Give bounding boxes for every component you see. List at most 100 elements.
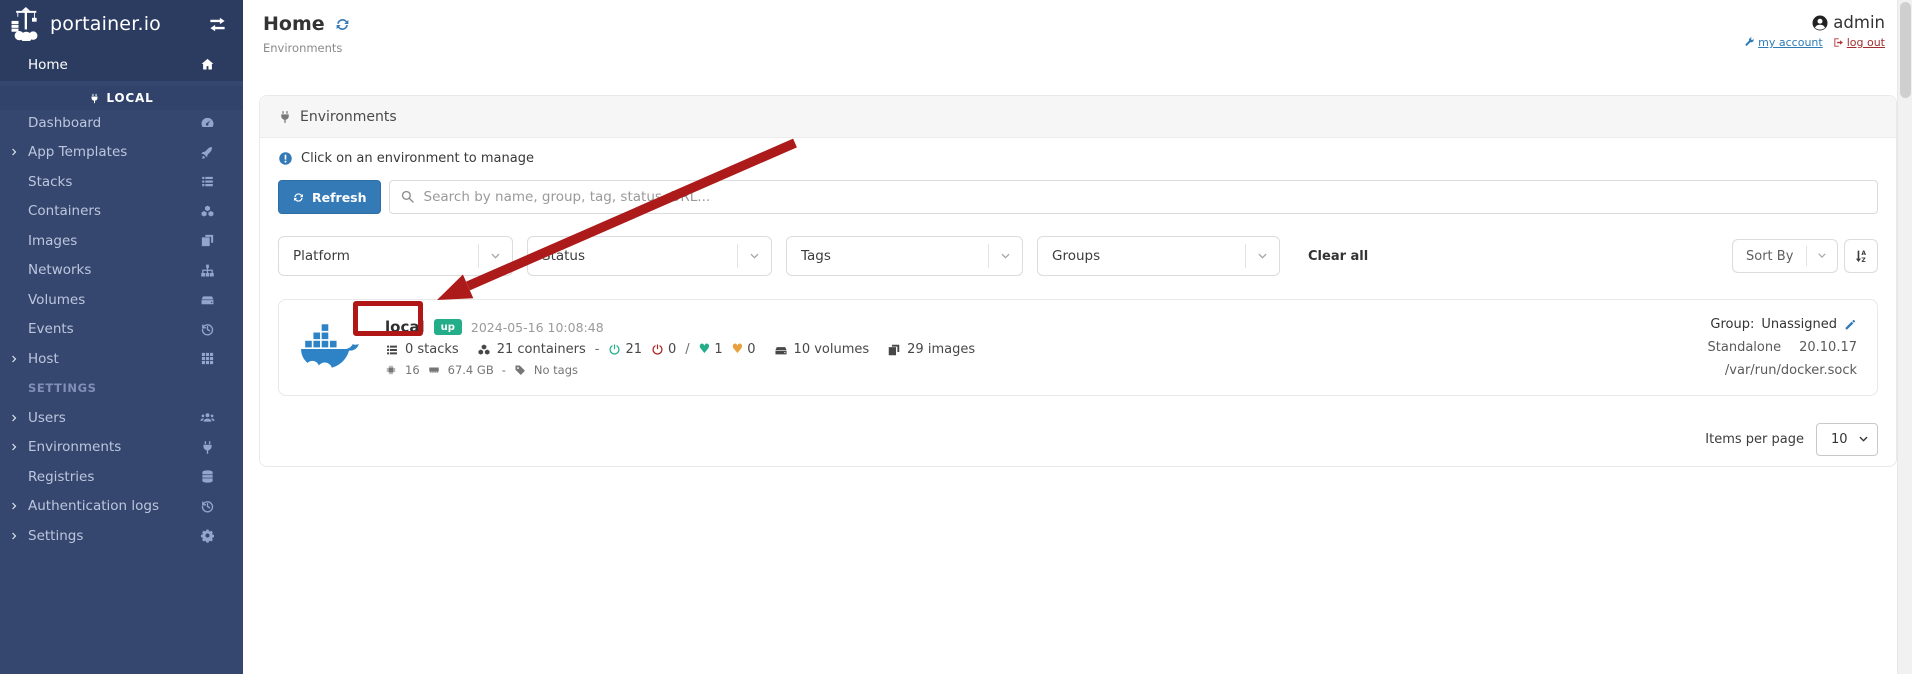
volumes-count: 10 volumes bbox=[774, 342, 870, 357]
sidebar-item-networks[interactable]: Networks bbox=[0, 256, 243, 286]
sidebar-item-label: Registries bbox=[28, 469, 94, 485]
sidebar-item-containers[interactable]: Containers bbox=[0, 197, 243, 227]
hdd-icon bbox=[200, 292, 215, 307]
sitemap-icon bbox=[200, 263, 215, 278]
sidebar-item-label: Settings bbox=[28, 528, 83, 544]
sort-direction-button[interactable] bbox=[1844, 239, 1878, 273]
sidebar-item-label: Environments bbox=[28, 439, 121, 455]
portainer-logo-icon bbox=[10, 7, 44, 41]
log-out-link[interactable]: log out bbox=[1833, 36, 1885, 49]
sidebar: portainer.io Home LOCAL Dashboard App Te… bbox=[0, 0, 243, 674]
containers-label: 21 containers bbox=[497, 342, 586, 357]
stopped-containers: 0 bbox=[651, 342, 676, 357]
refresh-label: Refresh bbox=[312, 190, 367, 205]
chevron-down-icon bbox=[999, 250, 1012, 263]
images-count: 29 images bbox=[887, 342, 975, 357]
unhealthy-containers: ♥ 0 bbox=[732, 342, 756, 357]
environment-name[interactable]: local bbox=[385, 318, 425, 336]
widget-title: Environments bbox=[300, 109, 397, 125]
sidebar-item-stacks[interactable]: Stacks bbox=[0, 167, 243, 197]
my-account-label: my account bbox=[1758, 36, 1823, 49]
sidebar-item-label: Events bbox=[28, 321, 74, 337]
chevron-right-icon bbox=[9, 442, 20, 453]
group-label: Group: bbox=[1710, 317, 1754, 332]
power-on-icon bbox=[608, 343, 621, 356]
healthy-containers: ♥ 1 bbox=[699, 342, 723, 357]
sidebar-item-app-templates[interactable]: App Templates bbox=[0, 138, 243, 168]
items-per-page-select[interactable]: 10 bbox=[1816, 423, 1878, 456]
sidebar-item-dashboard[interactable]: Dashboard bbox=[0, 108, 243, 138]
sort-by-label: Sort By bbox=[1746, 249, 1793, 264]
sidebar-nav: Dashboard App Templates Stacks Container… bbox=[0, 108, 243, 551]
sidebar-endpoint-local[interactable]: LOCAL bbox=[0, 86, 243, 110]
status-badge: up bbox=[434, 319, 462, 335]
sidebar-item-home[interactable]: Home bbox=[0, 48, 243, 81]
filter-label: Groups bbox=[1052, 248, 1100, 264]
running-containers: 21 bbox=[608, 342, 642, 357]
chevron-right-icon bbox=[9, 501, 20, 512]
cubes-icon bbox=[477, 343, 491, 357]
microchip-icon bbox=[385, 364, 397, 376]
search-input[interactable] bbox=[389, 180, 1878, 214]
sidebar-item-volumes[interactable]: Volumes bbox=[0, 285, 243, 315]
sidebar-item-registries[interactable]: Registries bbox=[0, 462, 243, 492]
my-account-link[interactable]: my account bbox=[1744, 36, 1823, 49]
info-message: Click on an environment to manage bbox=[278, 151, 1878, 166]
chevron-down-icon bbox=[1816, 250, 1828, 262]
separator: / bbox=[685, 342, 689, 357]
sign-out-icon bbox=[1833, 37, 1844, 48]
filter-label: Tags bbox=[801, 248, 831, 264]
plug-icon bbox=[200, 440, 215, 455]
home-icon bbox=[200, 57, 215, 72]
sidebar-item-environments[interactable]: Environments bbox=[0, 433, 243, 463]
stacks-label: 0 stacks bbox=[405, 342, 459, 357]
chevron-right-icon bbox=[9, 530, 20, 541]
rocket-icon bbox=[200, 145, 215, 160]
sidebar-item-label: App Templates bbox=[28, 144, 127, 160]
page-title: Home bbox=[263, 13, 325, 35]
containers-count: 21 containers bbox=[477, 342, 586, 357]
layers-icon bbox=[200, 233, 215, 248]
sidebar-item-host[interactable]: Host bbox=[0, 344, 243, 374]
refresh-button[interactable]: Refresh bbox=[278, 180, 381, 214]
filter-label: Status bbox=[542, 248, 585, 264]
tag-icon bbox=[514, 364, 526, 376]
clear-all-button[interactable]: Clear all bbox=[1308, 249, 1368, 264]
sidebar-item-label: Containers bbox=[28, 203, 101, 219]
sidebar-section-settings: SETTINGS bbox=[0, 374, 243, 404]
images-label: 29 images bbox=[907, 342, 975, 357]
scrollbar-thumb[interactable] bbox=[1900, 2, 1911, 98]
status-filter[interactable]: Status bbox=[527, 236, 772, 276]
sidebar-item-settings[interactable]: Settings bbox=[0, 521, 243, 551]
sort-by-dropdown[interactable]: Sort By bbox=[1732, 239, 1838, 273]
sidebar-item-events[interactable]: Events bbox=[0, 315, 243, 345]
scrollbar[interactable] bbox=[1897, 0, 1912, 674]
breadcrumb[interactable]: Environments bbox=[263, 41, 342, 55]
sidebar-item-authentication-logs[interactable]: Authentication logs bbox=[0, 492, 243, 522]
search-icon bbox=[400, 189, 415, 204]
refresh-icon[interactable] bbox=[334, 16, 351, 33]
brand-name: portainer.io bbox=[50, 13, 161, 35]
chevron-right-icon bbox=[9, 412, 20, 423]
environment-card[interactable]: local up 2024-05-16 10:08:48 0 stacks 21… bbox=[278, 299, 1878, 396]
list-icon bbox=[385, 343, 399, 357]
cubes-icon bbox=[200, 204, 215, 219]
sidebar-toggle-icon[interactable] bbox=[208, 15, 227, 34]
sidebar-item-label: Images bbox=[28, 233, 77, 249]
power-off-icon bbox=[651, 343, 664, 356]
platform-filter[interactable]: Platform bbox=[278, 236, 513, 276]
items-per-page-label: Items per page bbox=[1705, 432, 1804, 447]
groups-filter[interactable]: Groups bbox=[1037, 236, 1280, 276]
running-count: 21 bbox=[625, 342, 642, 357]
layers-icon bbox=[887, 343, 901, 357]
sidebar-item-images[interactable]: Images bbox=[0, 226, 243, 256]
sidebar-item-users[interactable]: Users bbox=[0, 403, 243, 433]
info-text: Click on an environment to manage bbox=[301, 151, 534, 166]
log-out-label: log out bbox=[1847, 36, 1885, 49]
environments-widget: Environments Click on an environment to … bbox=[259, 95, 1897, 467]
sidebar-item-label: Dashboard bbox=[28, 115, 101, 131]
wrench-icon bbox=[1744, 37, 1755, 48]
tags-filter[interactable]: Tags bbox=[786, 236, 1023, 276]
sidebar-item-label: Host bbox=[28, 351, 59, 367]
pencil-icon[interactable] bbox=[1844, 318, 1857, 331]
